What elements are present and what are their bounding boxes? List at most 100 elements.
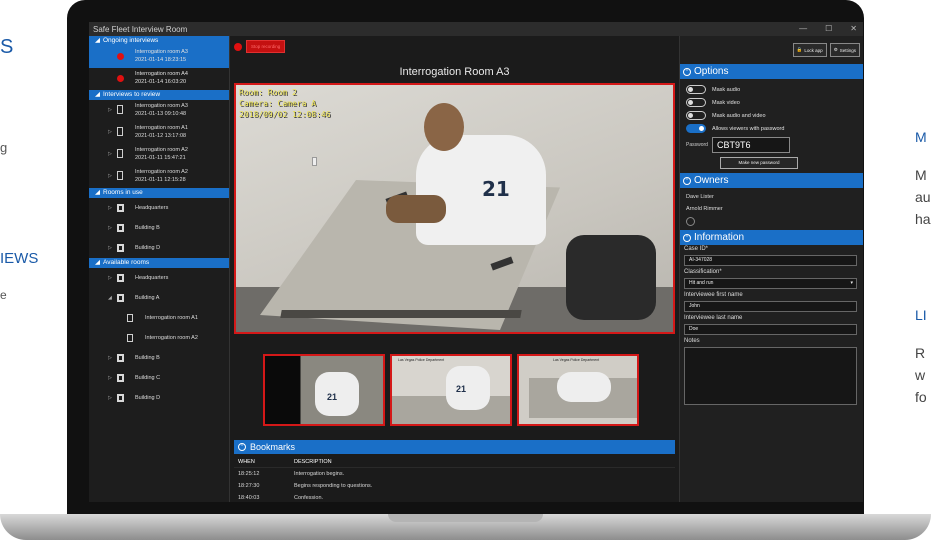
bookmarks-header[interactable]: ⌃ Bookmarks (234, 440, 675, 454)
section-header-ongoing[interactable]: ◢ Ongoing interviews (89, 36, 229, 46)
collapse-icon: ⌃ (238, 443, 246, 451)
mask-video-toggle[interactable] (686, 98, 706, 107)
tree-label: Building A (135, 295, 160, 301)
review-item[interactable]: ▷ Interrogation room A1 2021-01-12 13:17:0… (89, 122, 229, 144)
tree-item-room[interactable]: Interrogation room A1 (89, 308, 229, 328)
mask-audio-toggle[interactable] (686, 85, 706, 94)
column-header-description[interactable]: DESCRIPTION (294, 456, 534, 467)
item-time: 2021-01-14 18:23:15 (135, 56, 187, 63)
tree-label: Headquarters (135, 275, 169, 281)
video-overlay-text: Room: Room 2 Camera: Camera A 2018/09/02… (239, 87, 331, 120)
camera-thumbnail[interactable]: 21 Las Vegas Police Department (390, 354, 512, 426)
table-row[interactable]: 18:25:12 Interrogation begins. (234, 468, 675, 480)
options-header[interactable]: ⌃ Options (680, 64, 863, 79)
case-id-label: Case ID* (684, 246, 709, 252)
collapse-caret-icon[interactable]: ◢ (108, 288, 112, 308)
expand-caret-icon[interactable]: ▷ (108, 218, 112, 238)
add-owner-icon[interactable] (686, 217, 695, 226)
section-header-rooms-in-use[interactable]: ◢ Rooms in use (89, 188, 229, 198)
password-field[interactable]: CBT9T6 (711, 137, 790, 153)
collapse-icon: ⌃ (683, 67, 691, 76)
item-time: 2021-01-11 12:15:28 (135, 176, 186, 183)
record-icon (234, 42, 242, 51)
password-label: Password (686, 142, 708, 148)
minimize-button[interactable]: — (799, 22, 807, 36)
expand-caret-icon[interactable]: ▷ (108, 198, 112, 218)
recording-icon (117, 75, 124, 82)
information-header[interactable]: ⌃ Information (680, 230, 863, 245)
tree-item-building[interactable]: ◢ Building A (89, 288, 229, 308)
toggle-row: Mask audio (680, 83, 863, 96)
cell-when: 18:40:03 (238, 495, 260, 501)
expand-caret-icon[interactable]: ▷ (108, 238, 112, 258)
expand-caret-icon[interactable]: ▷ (108, 348, 112, 368)
review-item[interactable]: ▷ Interrogation room A3 2021-01-13 09:10:4… (89, 100, 229, 122)
expand-caret-icon[interactable]: ▷ (108, 268, 112, 288)
tree-item-building[interactable]: ▷ Building C (89, 368, 229, 388)
lock-app-button[interactable]: 🔒 Lock app (792, 43, 827, 57)
collapse-caret-icon: ◢ (95, 259, 100, 266)
toggle-label: Mask video (712, 99, 740, 106)
ongoing-interview-item[interactable]: Interrogation room A4 2021-01-14 16:03:2… (89, 68, 229, 90)
item-time: 2021-01-14 16:03:20 (135, 78, 187, 85)
gear-icon: ⚙ (833, 47, 838, 52)
expand-caret-icon[interactable]: ▷ (108, 129, 112, 137)
table-row[interactable]: 18:27:30 Begins responding to questions. (234, 480, 675, 492)
notes-field[interactable] (684, 347, 857, 405)
owners-header[interactable]: ⌃ Owners (680, 173, 863, 188)
column-header-when[interactable]: WHEN (234, 456, 294, 467)
review-item[interactable]: ▷ Interrogation room A2 2021-01-11 15:47:2… (89, 144, 229, 166)
tree-item-room[interactable]: Interrogation room A2 (89, 328, 229, 348)
tree-item-building[interactable]: ▷ Building D (89, 238, 229, 258)
item-name: Interrogation room A4 (135, 71, 188, 77)
building-icon (117, 244, 124, 252)
app-window: Safe Fleet Interview Room — ☐ ✕ ◢ Ongoing… (89, 22, 863, 502)
document-icon (117, 171, 123, 180)
bookmarks-title: Bookmarks (250, 442, 296, 452)
case-id-field[interactable]: AI-347028 (684, 255, 857, 266)
tree-item-building[interactable]: ▷ Headquarters (89, 198, 229, 218)
stop-recording-button[interactable]: Stop recording (234, 40, 286, 53)
right-m-line: au (915, 189, 931, 205)
expand-caret-icon[interactable]: ▷ (108, 151, 112, 159)
camera-thumbnail[interactable]: Las Vegas Police Department (517, 354, 639, 426)
expand-caret-icon[interactable]: ▷ (108, 173, 112, 181)
thumb-person (446, 366, 490, 410)
first-name-field[interactable]: John (684, 301, 857, 312)
expand-caret-icon[interactable]: ▷ (108, 107, 112, 115)
settings-button[interactable]: ⚙ Settings (829, 43, 860, 57)
classification-select[interactable]: Hit and run (684, 278, 857, 289)
camera-thumbnail[interactable]: 21 (263, 354, 385, 426)
close-button[interactable]: ✕ (850, 22, 857, 36)
video-person-head (424, 103, 464, 151)
thumb-jersey-number: 21 (327, 392, 338, 402)
mask-audio-video-toggle[interactable] (686, 111, 706, 120)
section-header-available[interactable]: ◢ Available rooms (89, 258, 229, 268)
table-row[interactable]: 18:40:03 Confession. (234, 492, 675, 502)
last-name-label: Interviewee last name (684, 315, 743, 321)
main-video-feed[interactable]: 21 Room: Room 2 Camera: Camera A 2018/09… (234, 83, 675, 334)
allow-viewers-toggle[interactable] (686, 124, 706, 133)
building-icon (117, 274, 124, 282)
tree-item-building[interactable]: ▷ Building D (89, 388, 229, 408)
item-time: 2021-01-13 09:10:48 (135, 110, 187, 117)
review-item[interactable]: ▷ Interrogation room A2 2021-01-11 12:15:2… (89, 166, 229, 188)
tree-item-building[interactable]: ▷ Headquarters (89, 268, 229, 288)
toggle-label: Mask audio and video (712, 112, 766, 119)
right-m-line: M (915, 167, 927, 183)
left-views-heading-fragment: IEWS (0, 250, 39, 267)
document-icon (117, 127, 123, 136)
cell-description: Begins responding to questions. (294, 483, 373, 489)
section-header-review[interactable]: ◢ Interviews to review (89, 90, 229, 100)
ongoing-interview-item[interactable]: Interrogation room A3 2021-01-14 18:23:1… (89, 46, 229, 68)
expand-caret-icon[interactable]: ▷ (108, 368, 112, 388)
make-new-password-button[interactable]: Make new password (720, 157, 798, 169)
maximize-button[interactable]: ☐ (825, 22, 832, 36)
tree-item-building[interactable]: ▷ Building B (89, 348, 229, 368)
tree-item-building[interactable]: ▷ Building B (89, 218, 229, 238)
expand-caret-icon[interactable]: ▷ (108, 388, 112, 408)
video-person-arm (386, 195, 446, 223)
last-name-field[interactable]: Doe (684, 324, 857, 335)
video-person (416, 135, 546, 245)
section-label: Interviews to review (103, 91, 161, 98)
